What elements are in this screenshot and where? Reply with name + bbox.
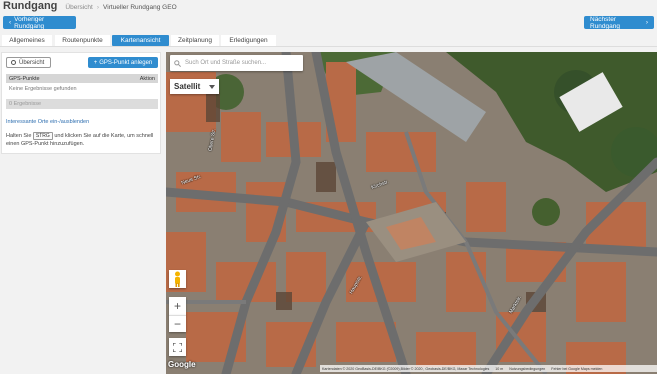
column-action: Aktion: [139, 75, 155, 82]
pegman-icon: [175, 271, 180, 287]
breadcrumb-separator: ›: [96, 4, 100, 11]
toggle-poi-link[interactable]: Interessante Orte ein-/ausblenden: [6, 119, 89, 125]
attribution-text: Kartendaten © 2020 GeoBasis-DE/BKG (©200…: [322, 366, 490, 371]
map-type-value: Satellit: [174, 82, 201, 91]
column-gps-points: GPS-Punkte: [9, 75, 40, 82]
satellite-imagery: [166, 52, 657, 374]
plus-icon: +: [93, 59, 98, 66]
ctrl-key: STRG: [32, 132, 53, 140]
chevron-left-icon: ‹: [9, 19, 12, 26]
tab-divider: [0, 46, 657, 47]
add-gps-point-label: GPS-Punkt anlegen: [99, 59, 153, 66]
tab-scheduling[interactable]: Zeitplanung: [171, 34, 219, 46]
breadcrumb-overview[interactable]: Übersicht: [65, 4, 92, 11]
map-search-box[interactable]: Such Ort und Straße suchen...: [170, 55, 303, 71]
empty-row: Keine Ergebnisse gefunden: [6, 84, 158, 93]
map-attribution: Kartendaten © 2020 GeoBasis-DE/BKG (©200…: [320, 365, 657, 372]
report-error-link[interactable]: Fehler bei Google Maps melden: [551, 367, 602, 371]
add-gps-point-button[interactable]: + GPS-Punkt anlegen: [88, 57, 158, 68]
fullscreen-icon: [173, 342, 182, 352]
results-text: 0 Ergebnisse: [9, 101, 42, 107]
scale-label: 10 m: [495, 366, 504, 371]
street-view-pegman[interactable]: [169, 270, 186, 288]
map-search-input[interactable]: Such Ort und Straße suchen...: [185, 60, 266, 66]
table-header: GPS-Punkte Aktion: [6, 74, 158, 83]
previous-tour-label: Vorheriger Rundgang: [14, 15, 45, 30]
satellite-map[interactable]: Neue Str. Obere Str. Kirchstr. Marktstr.…: [166, 52, 657, 374]
tab-route-points[interactable]: Routenpunkte: [55, 34, 110, 46]
help-text: Halten Sie STRG und klicken Sie auf die …: [6, 132, 159, 148]
previous-tour-button[interactable]: ‹ Vorheriger Rundgang: [3, 15, 76, 30]
results-summary: 0 Ergebnisse: [6, 99, 158, 109]
zoom-in-button[interactable]: +: [169, 297, 186, 315]
breadcrumb-current: Virtueller Rundgang GEO: [103, 4, 177, 11]
dropdown-arrow-icon: [209, 84, 215, 89]
overview-toggle-button[interactable]: Übersicht: [6, 57, 51, 68]
tab-tasks[interactable]: Erledigungen: [221, 34, 276, 46]
overview-label: Übersicht: [19, 59, 45, 66]
tab-bar: Allgemeines Routenpunkte Kartenansicht Z…: [0, 34, 657, 46]
fullscreen-button[interactable]: [169, 338, 186, 356]
page-header: Rundgang Übersicht › Virtueller Rundgang…: [0, 0, 657, 14]
tab-general[interactable]: Allgemeines: [2, 34, 52, 46]
radio-icon: [11, 60, 16, 65]
terms-link[interactable]: Nutzungsbedingungen: [509, 367, 545, 371]
help-before: Halten Sie: [6, 133, 32, 139]
google-logo: Google: [168, 360, 196, 369]
search-icon: [174, 59, 181, 67]
map-type-select[interactable]: Satellit: [170, 79, 219, 94]
tab-map-view[interactable]: Kartenansicht: [112, 34, 169, 46]
next-tour-button[interactable]: Nächster Rundgang ›: [584, 15, 654, 30]
gps-panel: Übersicht + GPS-Punkt anlegen GPS-Punkte…: [1, 52, 161, 154]
zoom-out-button[interactable]: −: [169, 315, 186, 332]
chevron-right-icon: ›: [645, 19, 648, 26]
breadcrumb: Übersicht › Virtueller Rundgang GEO: [65, 4, 176, 11]
empty-text: Keine Ergebnisse gefunden: [9, 85, 77, 92]
next-tour-label: Nächster Rundgang: [590, 15, 620, 30]
page-title: Rundgang: [3, 0, 58, 12]
